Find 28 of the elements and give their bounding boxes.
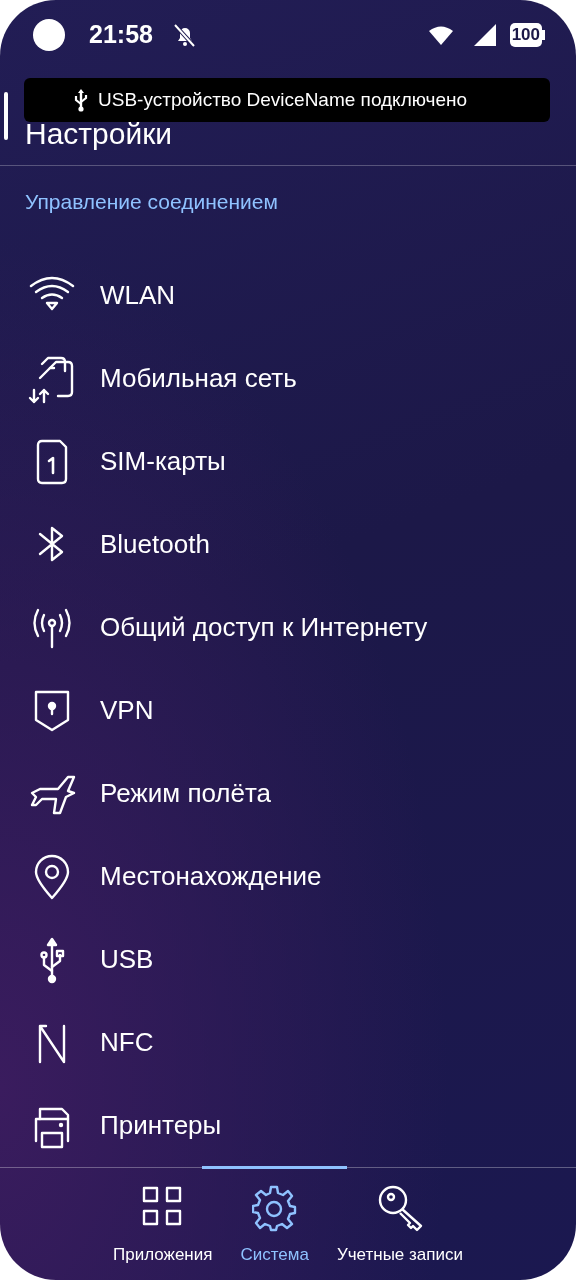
item-label[interactable]: NFC xyxy=(100,1023,154,1062)
clock-time: 21:58 xyxy=(89,19,153,51)
item-label[interactable]: SIM-карты xyxy=(100,442,226,481)
battery-level: 100 xyxy=(509,23,542,47)
camera-dot-icon xyxy=(33,19,65,51)
gear-icon xyxy=(251,1184,298,1232)
wifi-icon xyxy=(427,25,454,45)
item-label[interactable]: WLAN xyxy=(100,276,176,315)
section-header: Управление соединением xyxy=(24,189,279,215)
item-label[interactable]: Мобильная сеть xyxy=(100,359,297,398)
item-label[interactable]: Принтеры xyxy=(100,1106,222,1145)
scroll-indicator xyxy=(4,92,8,140)
item-label[interactable]: Местонахождение xyxy=(100,857,322,896)
nav-tab[interactable]: Приложения xyxy=(99,1184,227,1280)
item-label[interactable]: VPN xyxy=(100,691,154,730)
nav-tab[interactable]: Учетные записи xyxy=(322,1184,477,1280)
battery-tip-icon xyxy=(542,30,546,40)
toast-text: USB-устройство DeviceName подключено xyxy=(98,87,468,112)
bell-off-icon xyxy=(172,23,195,47)
page-title: Настройки xyxy=(25,116,173,152)
signal-icon xyxy=(473,24,496,46)
item-label[interactable]: Режим полёта xyxy=(100,774,272,813)
key-icon xyxy=(376,1184,423,1232)
item-label[interactable]: USB xyxy=(100,940,154,979)
nav-tab[interactable]: Система xyxy=(226,1184,323,1280)
item-label[interactable]: Общий доступ к Интернету xyxy=(100,608,428,647)
usb-icon xyxy=(74,88,88,112)
item-label[interactable]: Bluetooth xyxy=(100,525,210,564)
